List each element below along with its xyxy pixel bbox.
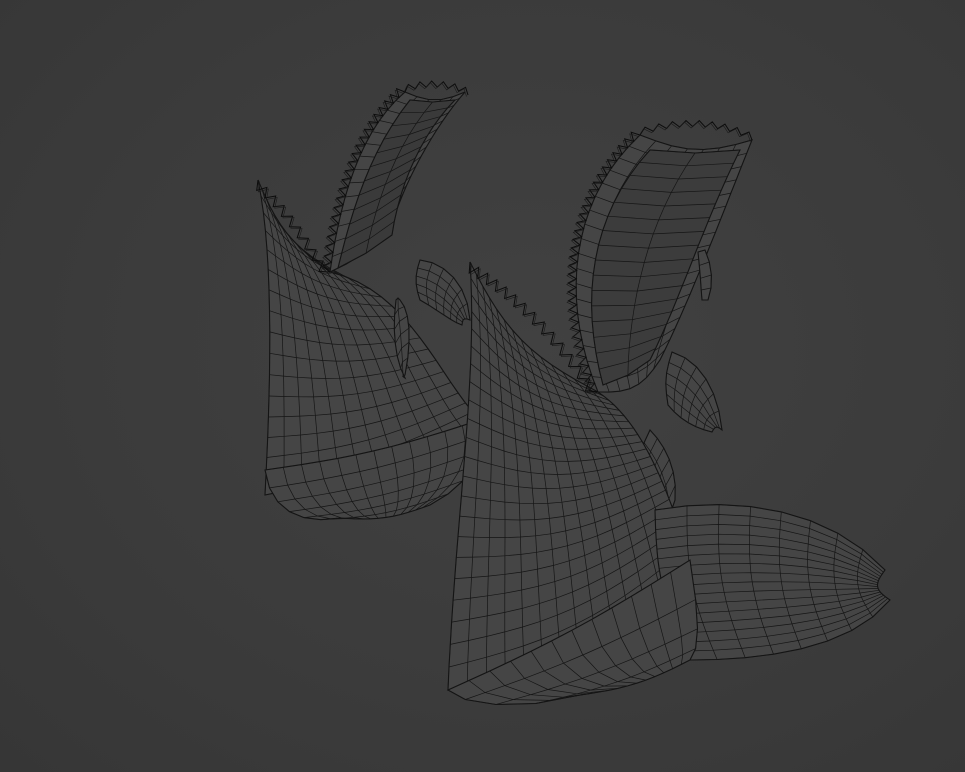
shark-boot-right[interactable]	[446, 119, 891, 706]
shark-boot-left[interactable]	[256, 80, 484, 521]
3d-viewport[interactable]	[0, 0, 965, 772]
scene-canvas	[256, 80, 891, 706]
